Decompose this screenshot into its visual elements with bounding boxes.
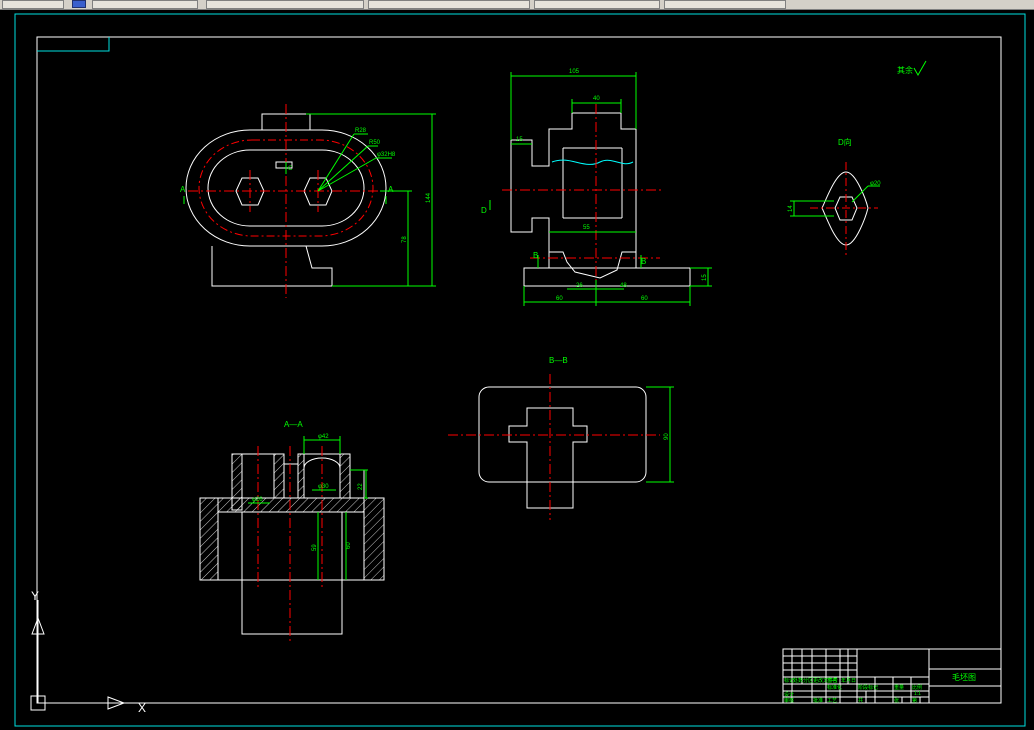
toolbar-dropdown[interactable] xyxy=(92,0,198,9)
dim-40: 40 xyxy=(593,96,600,102)
tb-cell: 审核 xyxy=(784,697,794,704)
ucs-x-label: X xyxy=(138,701,146,715)
tb-cell: 共 xyxy=(858,697,863,704)
dim-60-left: 60 xyxy=(556,296,563,302)
ucs-y-label: Y xyxy=(31,589,39,603)
dim-phi32: φ32H8 xyxy=(377,152,396,158)
dim-90: 90 xyxy=(664,433,670,440)
ucs-icon: Y X xyxy=(30,589,146,715)
mark-c: C xyxy=(288,166,293,172)
toolbar-dropdown[interactable] xyxy=(664,0,786,9)
dim-phi42: φ42 xyxy=(318,434,329,440)
toolbar-dropdown[interactable] xyxy=(534,0,660,9)
dim-48: 48 xyxy=(620,283,627,289)
tb-cell: 标准化 xyxy=(827,684,842,691)
tb-cell: 分区 xyxy=(803,677,813,684)
dim-phi20: φ20 xyxy=(870,181,881,187)
scale-value: 1:1 xyxy=(914,691,921,697)
dim-r28: R28 xyxy=(355,128,367,134)
roughness-symbol: 其余 xyxy=(897,60,927,77)
tb-cell: 阶段标记 xyxy=(858,684,878,691)
toolbar-dropdown[interactable] xyxy=(368,0,530,9)
tb-cell: 工艺 xyxy=(827,698,837,704)
front-view: R28 R50 φ32H8 144 78 A A C xyxy=(180,104,436,298)
dim-15-height: 15 xyxy=(702,274,708,281)
dim-59: 59 xyxy=(312,544,318,551)
drawing-canvas[interactable]: 其余 R28 R50 φ32H8 144 78 A A C 105 40 15 … xyxy=(0,10,1034,730)
section-mark-b-left: B xyxy=(533,251,538,260)
dim-60: 60 xyxy=(346,542,352,549)
dim-26: 26 xyxy=(576,283,583,289)
tb-cell: 张 xyxy=(894,697,899,704)
d-view: D向 φ20 14 xyxy=(788,137,881,258)
dim-22: 22 xyxy=(358,483,364,490)
dim-15: 15 xyxy=(516,137,523,143)
dim-55: 55 xyxy=(583,225,590,231)
tb-cell: 设计 xyxy=(784,691,794,698)
tb-cell: 比例 xyxy=(912,684,922,691)
drawing-name: 毛坯图 xyxy=(952,672,976,682)
tb-cell: 签名 xyxy=(827,677,837,684)
toolbar-dropdown[interactable] xyxy=(206,0,364,9)
layer-icon[interactable] xyxy=(72,0,86,8)
view-mark-d: D xyxy=(481,206,487,215)
section-bb: B—B 90 xyxy=(448,356,674,520)
d-view-title: D向 xyxy=(838,137,852,147)
dim-r50: R50 xyxy=(369,140,381,146)
tb-cell: 第 xyxy=(912,697,917,704)
dim-60-right: 60 xyxy=(641,296,648,302)
toolbar-dropdown[interactable] xyxy=(2,0,64,9)
tb-cell: 重量 xyxy=(894,684,904,691)
corner-mark xyxy=(37,37,110,52)
dim-78: 78 xyxy=(402,236,408,243)
menu-toolbar xyxy=(0,0,1034,10)
dim-105: 105 xyxy=(569,69,580,75)
dim-14: 14 xyxy=(788,205,794,212)
roughness-text: 其余 xyxy=(897,65,913,75)
section-aa: A—A φ42 φ30 φ26 22 59 60 xyxy=(199,420,385,644)
section-mark-b-right: B xyxy=(641,257,646,266)
section-bb-title: B—B xyxy=(549,356,568,365)
section-aa-title: A—A xyxy=(284,420,303,429)
viewport-frame xyxy=(14,13,1026,727)
tb-cell: 处数 xyxy=(793,677,803,684)
section-mark-a-right: A xyxy=(388,185,394,194)
dim-phi30: φ30 xyxy=(318,484,329,490)
side-view: 105 40 15 55 26 48 60 60 15 B B D xyxy=(481,69,712,306)
tb-cell: 年月日 xyxy=(841,677,856,684)
tb-cell: 批准 xyxy=(813,697,823,704)
section-mark-a-left: A xyxy=(180,185,186,194)
dim-phi26: φ26 xyxy=(252,497,263,503)
dim-144: 144 xyxy=(426,192,432,203)
